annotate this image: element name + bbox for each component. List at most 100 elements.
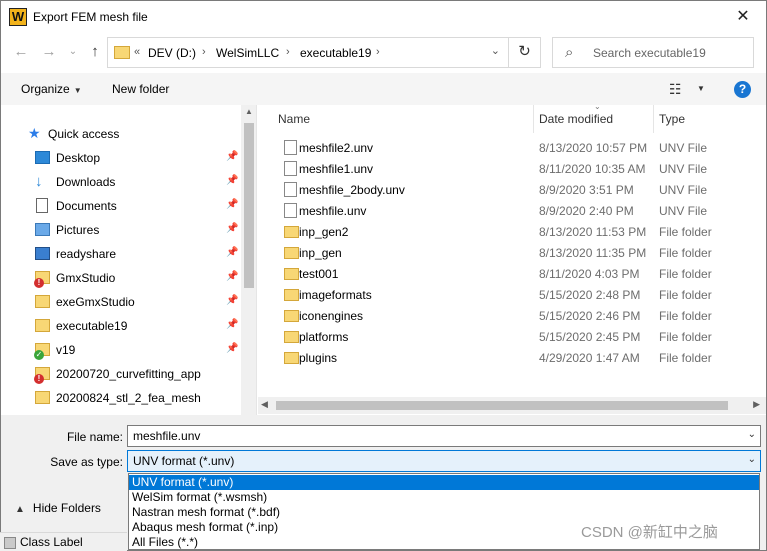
sidebar-item-readyshare[interactable]: readyshare 📌 xyxy=(1,242,241,266)
organize-menu[interactable]: Organize ▼ xyxy=(21,82,82,96)
file-row[interactable]: meshfile_2body.unv 8/9/2020 3:51 PM UNV Fi… xyxy=(258,179,766,200)
help-icon[interactable]: ? xyxy=(734,81,751,98)
sidebar-item-label: GmxStudio xyxy=(56,271,116,285)
breadcrumb-segment[interactable]: DEV (D:) xyxy=(148,46,196,60)
scrollbar-thumb[interactable] xyxy=(244,123,254,288)
sidebar-item-executable19[interactable]: executable19 📌 xyxy=(1,314,241,338)
sidebar-item-desktop[interactable]: Desktop 📌 xyxy=(1,146,241,170)
sidebar-item-quick-access[interactable]: ★ Quick access xyxy=(1,122,241,146)
file-date: 8/11/2020 10:35 AM xyxy=(539,162,646,176)
file-row[interactable]: iconengines 5/15/2020 2:46 PM File folder xyxy=(258,305,766,326)
file-name-label: File name: xyxy=(66,430,123,444)
folder-icon xyxy=(284,247,299,259)
save-type-label: Save as type: xyxy=(50,455,123,469)
forward-arrow-icon[interactable]: → xyxy=(39,42,59,62)
pin-icon: 📌 xyxy=(226,343,239,354)
scroll-left-icon[interactable]: ◀ xyxy=(261,399,268,410)
window-title: Export FEM mesh file xyxy=(33,10,148,24)
file-name: inp_gen2 xyxy=(299,225,349,239)
file-date: 4/29/2020 1:47 AM xyxy=(539,351,640,365)
underlying-status-bar: Class Label xyxy=(0,532,127,551)
new-folder-button[interactable]: New folder xyxy=(112,82,169,96)
file-row[interactable]: meshfile.unv 8/9/2020 2:40 PM UNV File xyxy=(258,200,766,221)
search-placeholder: Search executable19 xyxy=(593,46,706,60)
chevron-right-icon[interactable]: › xyxy=(202,46,206,58)
folder-icon xyxy=(114,46,130,59)
title-bar: W Export FEM mesh file ✕ xyxy=(1,1,766,33)
sidebar-item-documents[interactable]: Documents 📌 xyxy=(1,194,241,218)
address-overflow-icon[interactable]: « xyxy=(134,46,140,58)
file-type: File folder xyxy=(659,309,712,323)
navigation-bar: ← → ⌄ ↑ « DEV (D:) › WelSimLLC › executa… xyxy=(1,33,766,73)
pin-icon: 📌 xyxy=(226,151,239,162)
scroll-up-icon[interactable]: ▲ xyxy=(241,107,256,116)
file-name: imageformats xyxy=(299,288,372,302)
folder-icon xyxy=(284,352,299,364)
document-icon xyxy=(36,198,48,213)
save-type-select[interactable]: UNV format (*.unv) ⌄ xyxy=(127,450,761,472)
file-row[interactable]: inp_gen 8/13/2020 11:35 PM File folder xyxy=(258,242,766,263)
refresh-button[interactable]: ↻ xyxy=(508,37,540,68)
scroll-right-icon[interactable]: ▶ xyxy=(753,399,760,410)
sidebar-item-downloads[interactable]: ↓ Downloads 📌 xyxy=(1,170,241,194)
chevron-right-icon[interactable]: › xyxy=(286,46,290,58)
close-button[interactable]: ✕ xyxy=(720,1,766,33)
sidebar-item-label: Quick access xyxy=(48,127,120,141)
file-row[interactable]: platforms 5/15/2020 2:45 PM File folder xyxy=(258,326,766,347)
dropdown-option[interactable]: Nastran mesh format (*.bdf) xyxy=(129,505,759,520)
dropdown-option[interactable]: UNV format (*.unv) xyxy=(129,475,759,490)
folder-icon xyxy=(284,268,299,280)
back-arrow-icon[interactable]: ← xyxy=(11,42,31,62)
sidebar-item-exegmxstudio[interactable]: exeGmxStudio 📌 xyxy=(1,290,241,314)
horizontal-scrollbar[interactable]: ◀ ▶ xyxy=(258,397,766,414)
file-type: File folder xyxy=(659,246,712,260)
column-header-name[interactable]: Name xyxy=(258,105,533,133)
column-header-type[interactable]: Type xyxy=(654,105,766,133)
navigation-pane: ★ Quick access Desktop 📌 ↓ Downloads 📌 D… xyxy=(1,105,257,415)
file-row[interactable]: inp_gen2 8/13/2020 11:53 PM File folder xyxy=(258,221,766,242)
error-badge-icon: ! xyxy=(34,374,44,384)
scrollbar-thumb[interactable] xyxy=(276,401,728,410)
file-row[interactable]: imageformats 5/15/2020 2:48 PM File folder xyxy=(258,284,766,305)
caret-down-icon[interactable]: ▼ xyxy=(697,84,705,93)
star-icon: ★ xyxy=(28,125,41,141)
file-type: File folder xyxy=(659,351,712,365)
column-header-date[interactable]: Date modified xyxy=(534,105,653,133)
sidebar-item-pictures[interactable]: Pictures 📌 xyxy=(1,218,241,242)
hide-folders-button[interactable]: ▲ Hide Folders xyxy=(15,501,101,515)
sidebar-item-stl-mesh[interactable]: 20200824_stl_2_fea_mesh xyxy=(1,386,241,410)
file-row[interactable]: meshfile2.unv 8/13/2020 10:57 PM UNV File xyxy=(258,137,766,158)
dropdown-option[interactable]: WelSim format (*.wsmsh) xyxy=(129,490,759,505)
chevron-down-icon[interactable]: ⌄ xyxy=(748,429,756,440)
chevron-right-icon[interactable]: › xyxy=(376,46,380,58)
chevron-down-icon[interactable]: ⌄ xyxy=(491,44,500,57)
file-row[interactable]: meshfile1.unv 8/11/2020 10:35 AM UNV File xyxy=(258,158,766,179)
search-input[interactable]: ⌕ Search executable19 xyxy=(552,37,754,68)
sidebar-item-curvefitting[interactable]: ! 20200720_curvefitting_app xyxy=(1,362,241,386)
file-name: meshfile.unv xyxy=(299,204,367,218)
file-row[interactable]: plugins 4/29/2020 1:47 AM File folder xyxy=(258,347,766,368)
sidebar-item-label: Documents xyxy=(56,199,117,213)
chevron-down-icon[interactable]: ⌄ xyxy=(748,454,756,465)
file-icon xyxy=(284,182,297,197)
sidebar-item-label: 20200824_stl_2_fea_mesh xyxy=(56,391,201,405)
breadcrumb-segment[interactable]: executable19 xyxy=(300,46,371,60)
sidebar-scrollbar[interactable]: ▲ xyxy=(241,105,256,415)
file-type: File folder xyxy=(659,288,712,302)
file-name-field[interactable]: meshfile.unv ⌄ xyxy=(127,425,761,447)
file-name: iconengines xyxy=(299,309,364,323)
up-arrow-icon[interactable]: ↑ xyxy=(85,42,105,62)
sidebar-item-v19[interactable]: ✓ v19 📌 xyxy=(1,338,241,362)
file-date: 8/9/2020 3:51 PM xyxy=(539,183,634,197)
recent-locations-chevron-icon[interactable]: ⌄ xyxy=(63,42,83,62)
address-bar[interactable]: « DEV (D:) › WelSimLLC › executable19 › … xyxy=(107,37,541,68)
breadcrumb-segment[interactable]: WelSimLLC xyxy=(216,46,279,60)
view-options-icon[interactable]: ☷ xyxy=(669,81,682,98)
sidebar-item-label: 20200720_curvefitting_app xyxy=(56,367,201,381)
file-row[interactable]: test001 8/11/2020 4:03 PM File folder xyxy=(258,263,766,284)
pin-icon: 📌 xyxy=(226,175,239,186)
sidebar-item-gmxstudio[interactable]: ! GmxStudio 📌 xyxy=(1,266,241,290)
sidebar-item-label: Downloads xyxy=(56,175,116,189)
file-type: File folder xyxy=(659,267,712,281)
pin-icon: 📌 xyxy=(226,247,239,258)
